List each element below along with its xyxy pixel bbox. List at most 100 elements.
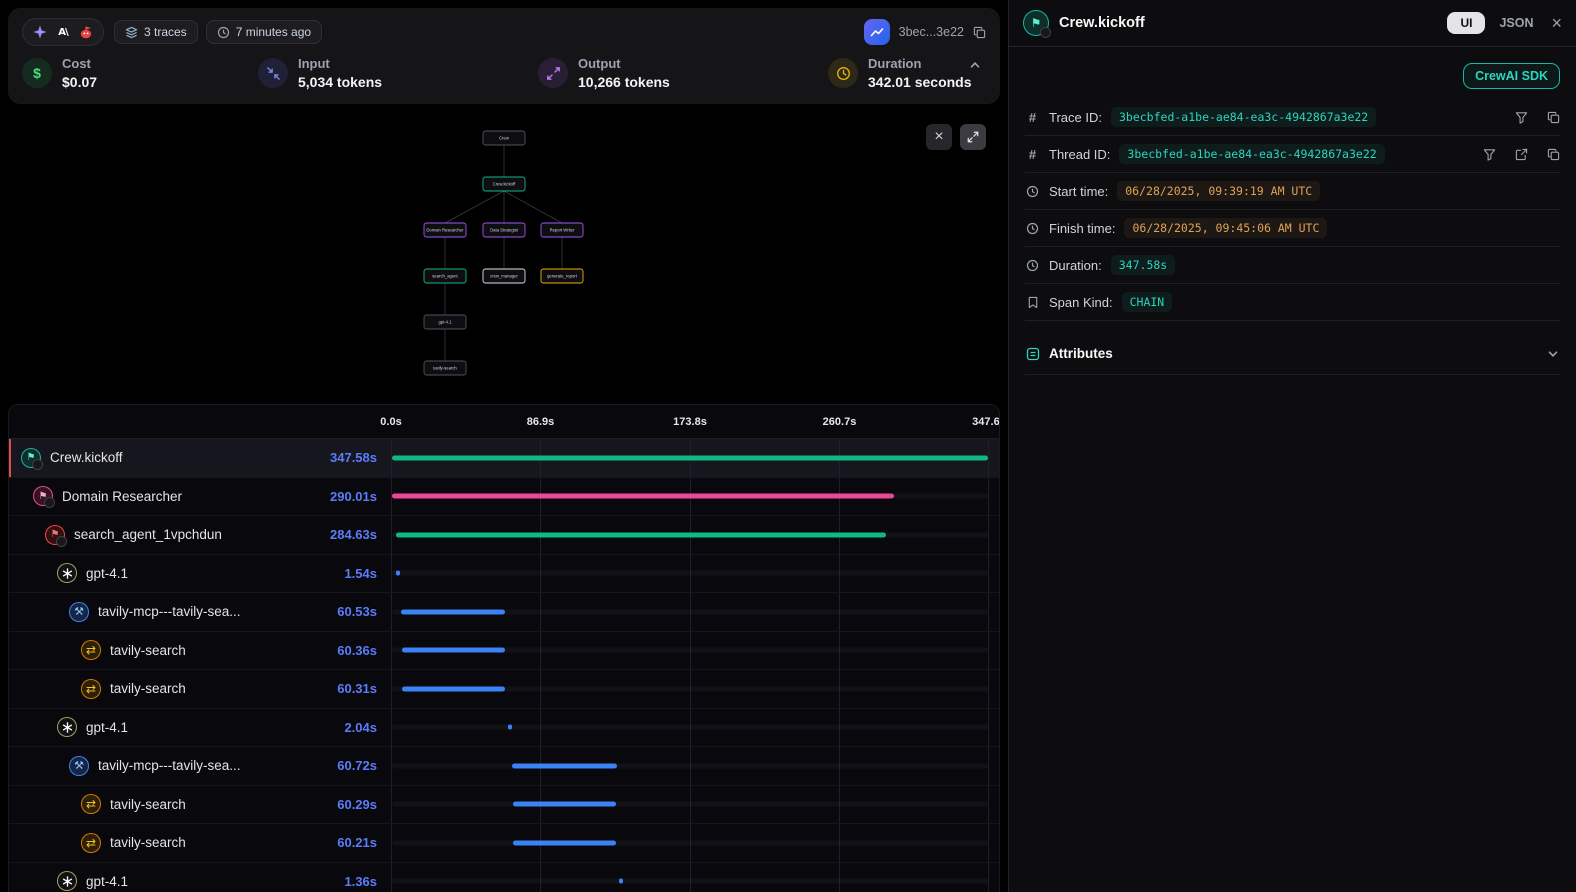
row-label-cell: ⇄tavily-search — [9, 786, 273, 824]
graph-node[interactable]: tavily-search — [424, 361, 466, 375]
copy-icon[interactable] — [973, 26, 986, 39]
row-track — [392, 571, 988, 576]
detail-field-duration: Duration:347.58s — [1025, 247, 1560, 284]
crewai-teal-icon: ⚑ — [21, 448, 41, 468]
row-label-cell: ⇄ tavily-search — [9, 632, 273, 670]
stat-value: $0.07 — [62, 74, 97, 90]
row-bars — [391, 478, 989, 516]
crewai-span-icon: ⚑ — [1023, 10, 1049, 36]
timeline-row[interactable]: ⚒tavily-mcp---tavily-sea...60.72s — [9, 747, 999, 786]
graph-node[interactable]: Domain Researcher — [424, 223, 466, 237]
clock-icon — [217, 26, 230, 39]
axis-tick: 260.7s — [823, 416, 857, 428]
filter-icon[interactable] — [1515, 111, 1528, 124]
row-duration: 60.36s — [273, 632, 377, 670]
trace-graph: Crew Crew.kickoff Domain Researcher Data St… — [8, 104, 1000, 404]
row-label-cell: ⚒tavily-mcp---tavily-sea... — [9, 593, 273, 631]
timeline-row[interactable]: ⚑search_agent_1vpchdun284.63s — [9, 516, 999, 555]
detail-title: Crew.kickoff — [1059, 15, 1145, 31]
row-label: tavily-mcp---tavily-sea... — [98, 604, 241, 619]
graph-node[interactable]: Crew — [483, 131, 525, 145]
row-bars — [391, 709, 989, 747]
row-label-cell: ⚑search_agent_1vpchdun — [9, 516, 273, 554]
row-label: tavily-search — [110, 643, 186, 658]
sparkle-logo-icon — [30, 22, 50, 42]
svg-text:Crew.kickoff: Crew.kickoff — [493, 182, 516, 187]
bookmark-icon — [1025, 296, 1040, 309]
shuffle-icon: ⇄ — [81, 640, 101, 660]
attributes-label: Attributes — [1049, 346, 1537, 361]
attributes-section[interactable]: Attributes — [1025, 333, 1560, 375]
field-label: Start time: — [1049, 184, 1108, 199]
close-panel-icon[interactable]: × — [1551, 14, 1562, 32]
row-label-cell: gpt-4.1 — [9, 709, 273, 747]
timeline-row[interactable]: ⚒tavily-mcp---tavily-sea...60.53s — [9, 593, 999, 632]
row-bars — [391, 863, 989, 892]
detail-field-thread-id: #Thread ID:3becbfed-a1be-ae84-ea3c-49428… — [1025, 136, 1560, 173]
timeline-row[interactable]: ⇄ tavily-search 60.36s — [9, 632, 999, 671]
row-duration: 290.01s — [273, 478, 377, 516]
timeline-row[interactable]: ⇄tavily-search60.21s — [9, 824, 999, 863]
expand-graph-button[interactable] — [960, 124, 986, 150]
timeline-row[interactable]: gpt-4.11.54s — [9, 555, 999, 594]
row-duration: 347.58s — [273, 439, 377, 477]
copy-icon[interactable] — [1547, 111, 1560, 124]
graph-node[interactable]: generate_report — [541, 269, 583, 283]
external-link-icon[interactable] — [1515, 148, 1528, 161]
span-bar — [392, 455, 989, 460]
graph-node[interactable]: crew_manager — [483, 269, 525, 283]
timeline-row[interactable]: ⇄tavily-search60.31s — [9, 670, 999, 709]
chevron-down-icon[interactable] — [1546, 347, 1560, 361]
row-label: Crew.kickoff — [50, 450, 123, 465]
tab-json[interactable]: JSON — [1499, 16, 1533, 30]
row-label: tavily-search — [110, 835, 186, 850]
timeline: 0.0s86.9s173.8s260.7s347.6s ⚑Crew.kickof… — [8, 404, 1000, 892]
svg-text:Data Strategist: Data Strategist — [490, 228, 519, 233]
graph-node[interactable]: gpt-4.1 — [424, 315, 466, 329]
row-label-cell: ⇄tavily-search — [9, 670, 273, 708]
graph-node[interactable]: Data Strategist — [483, 223, 525, 237]
sdk-badge[interactable]: CrewAI SDK — [1463, 63, 1560, 89]
timeline-row[interactable]: ⚑ Crew.kickoff 347.58s — [9, 439, 999, 478]
row-track — [392, 840, 988, 845]
timeline-row[interactable]: gpt-4.12.04s — [9, 709, 999, 748]
field-value: CHAIN — [1122, 292, 1173, 312]
filter-icon[interactable] — [1483, 148, 1496, 161]
integration-logos: A\ — [22, 18, 104, 46]
clock-icon — [1025, 185, 1040, 198]
traces-count-badge[interactable]: 3 traces — [114, 20, 198, 44]
trace-panel: A\ 3 traces 7 minutes ago 3bec...3e22 — [0, 0, 1008, 892]
copy-icon[interactable] — [1547, 148, 1560, 161]
dollar-icon: $ — [22, 58, 52, 88]
row-track — [392, 879, 988, 884]
clock-icon — [1025, 222, 1040, 235]
stats-bar: $Cost$0.07Input5,034 tokensOutput10,266 … — [8, 50, 1000, 104]
svg-text:crew_manager: crew_manager — [490, 274, 518, 279]
detail-header: ⚑ Crew.kickoff UI JSON × — [1009, 0, 1576, 47]
graph-node[interactable]: Report Writer — [541, 223, 583, 237]
graph-node[interactable]: Crew.kickoff — [483, 177, 525, 191]
chevron-up-icon[interactable] — [968, 58, 982, 77]
field-value: 06/28/2025, 09:39:19 AM UTC — [1117, 181, 1320, 201]
stat-label: Input — [298, 56, 382, 71]
close-graph-button[interactable]: × — [926, 124, 952, 150]
hash-icon: # — [1025, 110, 1040, 125]
trace-header-card: A\ 3 traces 7 minutes ago 3bec...3e22 — [8, 8, 1000, 104]
crewai-logo-icon — [76, 22, 96, 42]
detail-field-span-kind: Span Kind:CHAIN — [1025, 284, 1560, 321]
stat-duration: Duration342.01 seconds — [828, 56, 972, 90]
graph-controls: × — [926, 124, 986, 150]
timeline-row[interactable]: ⇄tavily-search60.29s — [9, 786, 999, 825]
chart-button[interactable] — [864, 19, 890, 45]
graph-node[interactable]: search_agent — [424, 269, 466, 283]
row-label: Domain Researcher — [62, 489, 182, 504]
row-duration: 60.29s — [273, 786, 377, 824]
tab-ui[interactable]: UI — [1447, 12, 1485, 34]
span-bar — [513, 802, 616, 807]
field-value: 3becbfed-a1be-ae84-ea3c-4942867a3e22 — [1119, 144, 1384, 164]
hash-icon: # — [1025, 147, 1040, 162]
stat-label: Duration — [868, 56, 972, 71]
timeline-row[interactable]: ⚑Domain Researcher290.01s — [9, 478, 999, 517]
stat-text: Cost$0.07 — [62, 56, 97, 90]
timeline-row[interactable]: gpt-4.11.36s — [9, 863, 999, 892]
